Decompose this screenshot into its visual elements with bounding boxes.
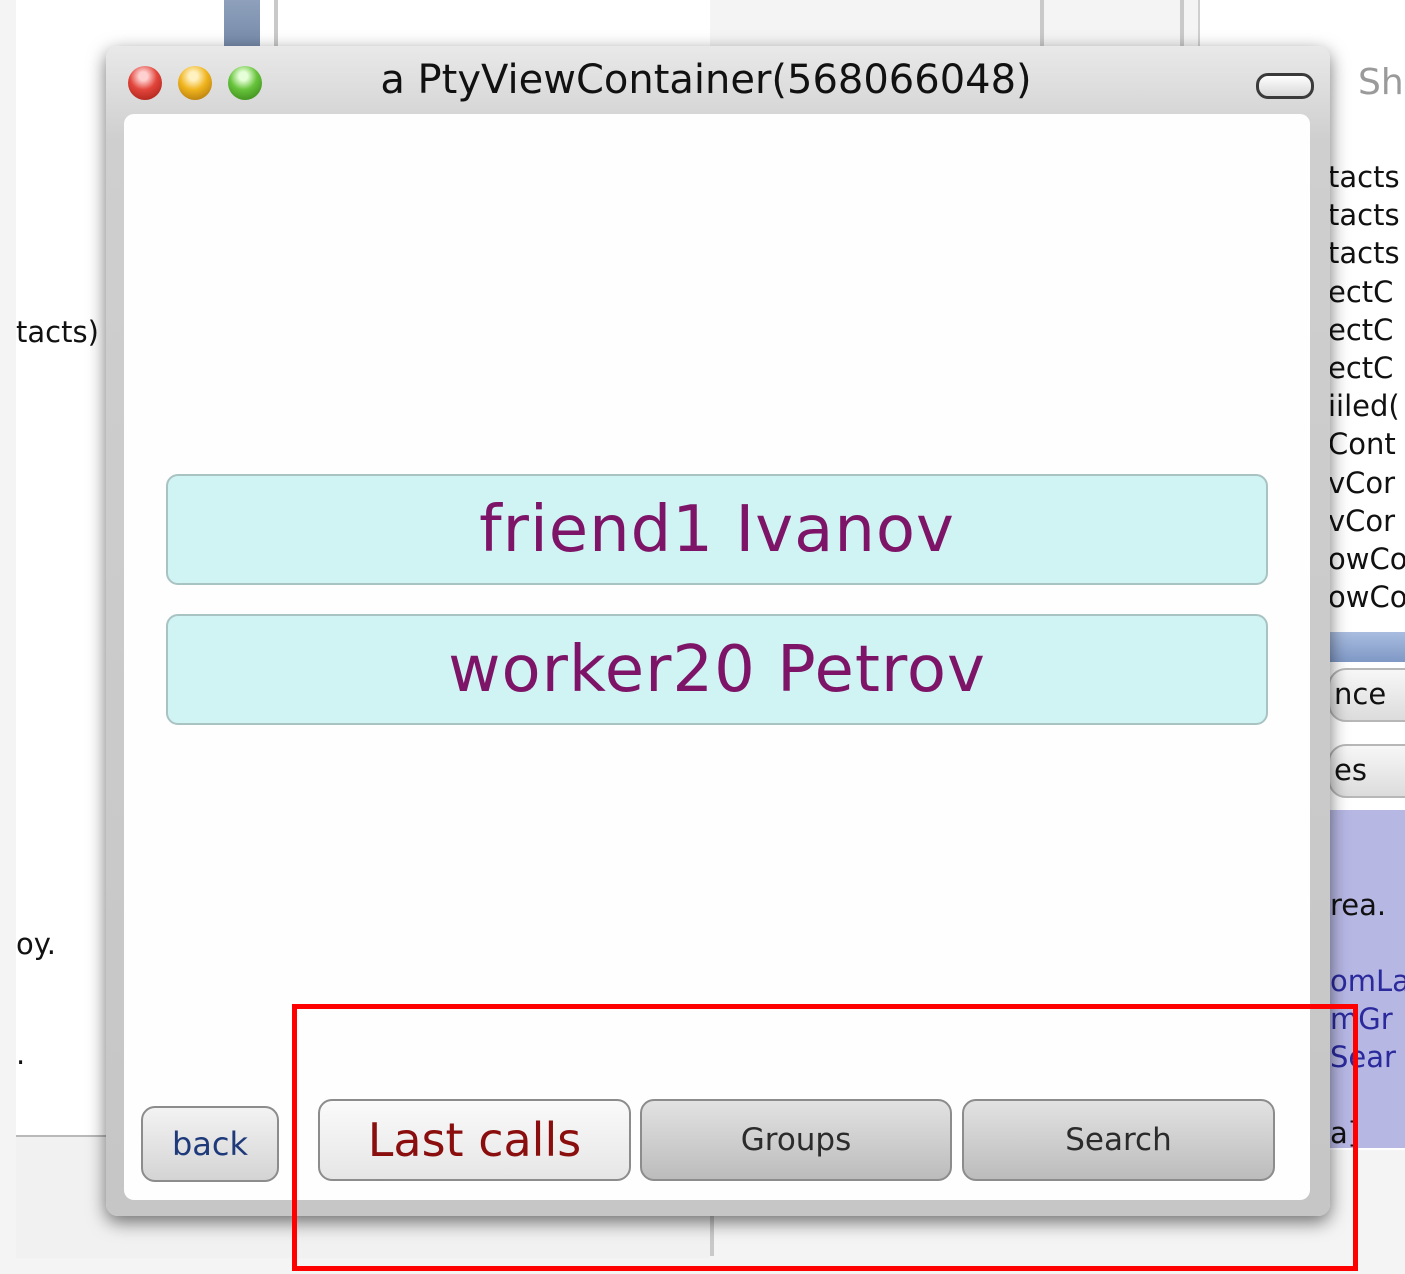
background-text-fragment: . bbox=[16, 1037, 26, 1071]
background-list: tacts tacts tacts ectC ectC ectC iiled( … bbox=[1328, 158, 1405, 618]
background-button: es bbox=[1328, 744, 1405, 798]
close-window-icon[interactable] bbox=[128, 66, 162, 100]
background-list-item: iiled( bbox=[1328, 389, 1400, 424]
contact-item[interactable]: worker20 Petrov bbox=[166, 614, 1268, 725]
background-list-item: tacts bbox=[1328, 236, 1400, 271]
toolbar-toggle-icon[interactable] bbox=[1256, 73, 1314, 99]
background-list-item: tacts bbox=[1328, 160, 1400, 194]
contact-item[interactable]: friend1 Ivanov bbox=[166, 474, 1268, 585]
background-text-fragment: tacts) bbox=[16, 315, 99, 349]
highlight-box bbox=[292, 1004, 1358, 1271]
background-header-text: Sh bbox=[1358, 62, 1404, 103]
zoom-window-icon[interactable] bbox=[228, 66, 262, 100]
background-list-item: ectC bbox=[1328, 312, 1394, 347]
background-list-item: vCor bbox=[1328, 503, 1396, 538]
background-list-item: ectC bbox=[1328, 350, 1394, 385]
background-list-item: owCo bbox=[1328, 580, 1405, 615]
background-list-item: tacts bbox=[1328, 198, 1400, 233]
background-list-item: owCo bbox=[1328, 541, 1405, 576]
background-text-fragment: oy. bbox=[16, 927, 56, 961]
background-list-item: ectC bbox=[1328, 274, 1394, 309]
background-code-line: omLa bbox=[1330, 964, 1405, 998]
minimize-window-icon[interactable] bbox=[178, 66, 212, 100]
window-title: a PtyViewContainer(568066048) bbox=[380, 57, 1032, 103]
background-list-item: vCor bbox=[1328, 465, 1396, 500]
background-button: nce bbox=[1328, 668, 1405, 722]
background-list-item: Cont bbox=[1328, 427, 1396, 462]
background-code-line: rea. bbox=[1330, 888, 1387, 922]
back-button[interactable]: back bbox=[141, 1106, 279, 1182]
window-titlebar[interactable]: a PtyViewContainer(568066048) bbox=[106, 46, 1330, 114]
background-scrollbar bbox=[1328, 632, 1405, 662]
